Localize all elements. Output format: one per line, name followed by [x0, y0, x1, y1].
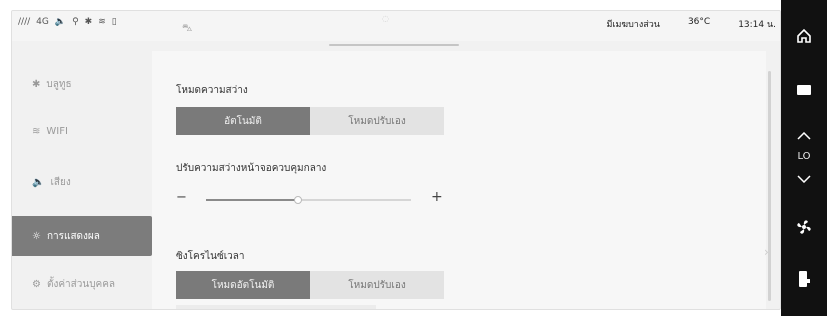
- sidebar-item-wifi[interactable]: ≋ WIFI: [12, 111, 152, 151]
- bluetooth-icon: ✱: [32, 78, 41, 90]
- car-icon[interactable]: ⛍: [182, 23, 192, 36]
- drag-handle[interactable]: [329, 44, 459, 46]
- sidebar-item-label: ตั้งค่าส่วนบุคคล: [46, 278, 116, 290]
- volume-icon: 🔈: [54, 17, 67, 27]
- status-info: มีเมฆบางส่วน 36°C 13:14 น.: [606, 17, 776, 31]
- chevron-up-icon[interactable]: [781, 132, 827, 140]
- sun-icon: ☼: [32, 230, 41, 242]
- sidebar-item-label: การแสดงผล: [46, 230, 100, 242]
- wifi-icon: ≋: [32, 125, 41, 137]
- weather-text: มีเมฆบางส่วน: [606, 20, 660, 30]
- brightness-mode-toggle: อัตโนมัติ โหมดปรับเอง: [176, 107, 444, 135]
- pull-down-icon[interactable]: ◌: [382, 14, 389, 23]
- network-type: 4G: [36, 17, 49, 27]
- sidebar-item-label: WIFI: [46, 125, 68, 137]
- time-sync-title: ซิงโครไนซ์เวลา: [176, 251, 245, 262]
- sidebar-item-display[interactable]: ☼ การแสดงผล: [12, 216, 152, 256]
- sidebar-item-label: บลูทูธ: [46, 78, 72, 90]
- screen: //// 4G 🔈 ⚲ ✱ ≋ ▯ มีเมฆบางส่วน 36°C 13:1…: [0, 0, 827, 316]
- status-icons: //// 4G 🔈 ⚲ ✱ ≋ ▯: [18, 17, 117, 27]
- slider-handle[interactable]: [294, 196, 303, 204]
- gear-icon: ⚙: [32, 278, 41, 290]
- bluetooth-status-icon: ✱: [84, 17, 93, 27]
- display-settings-panel: โหมดความสว่าง อัตโนมัติ โหมดปรับเอง ปรับ…: [152, 51, 766, 309]
- usb-icon: ⚲: [72, 17, 79, 27]
- status-bar: //// 4G 🔈 ⚲ ✱ ≋ ▯ มีเมฆบางส่วน 36°C 13:1…: [12, 11, 780, 41]
- brightness-slider[interactable]: − +: [176, 189, 443, 207]
- sidebar-item-sound[interactable]: 🔈 เสียง: [12, 162, 152, 202]
- increase-brightness-button[interactable]: +: [431, 189, 443, 205]
- sidebar-item-personal[interactable]: ⚙ ตั้งค่าส่วนบุคคล: [12, 264, 152, 304]
- slider-fill: [206, 199, 299, 201]
- brightness-auto-button[interactable]: อัตโนมัติ: [176, 107, 310, 135]
- window-icon[interactable]: [781, 83, 827, 97]
- phone-icon: ▯: [111, 17, 117, 27]
- next-section-peek: [176, 305, 376, 309]
- seat-icon[interactable]: [781, 270, 827, 288]
- sidebar-item-bluetooth[interactable]: ✱ บลูทูธ: [12, 64, 152, 104]
- quick-control-panel: LO: [781, 0, 827, 316]
- scrollbar-thumb[interactable]: [768, 71, 771, 301]
- temperature: 36°C: [687, 17, 711, 27]
- center-brightness-title: ปรับความสว่างหน้าจอควบคุมกลาง: [176, 163, 327, 174]
- decrease-brightness-button[interactable]: −: [176, 190, 187, 205]
- brightness-mode-title: โหมดความสว่าง: [176, 85, 248, 96]
- main-display: //// 4G 🔈 ⚲ ✱ ≋ ▯ มีเมฆบางส่วน 36°C 13:1…: [11, 10, 781, 310]
- home-icon[interactable]: [781, 28, 827, 44]
- speaker-icon: 🔈: [32, 176, 45, 188]
- chevron-down-icon[interactable]: [781, 175, 827, 183]
- time-sync-manual-button[interactable]: โหมดปรับเอง: [310, 271, 444, 299]
- sidebar-item-label: เสียง: [50, 176, 71, 188]
- scrollbar[interactable]: [766, 51, 774, 309]
- chevron-right-icon: ›: [764, 245, 769, 259]
- time-sync-auto-button[interactable]: โหมดอัตโนมัติ: [176, 271, 310, 299]
- clock: 13:14 น.: [738, 20, 776, 30]
- time-sync-toggle: โหมดอัตโนมัติ โหมดปรับเอง: [176, 271, 444, 299]
- climate-level: LO: [797, 151, 811, 162]
- brightness-manual-button[interactable]: โหมดปรับเอง: [310, 107, 444, 135]
- wifi-status-icon: ≋: [98, 17, 106, 27]
- signal-strength: ////: [18, 17, 31, 27]
- fan-icon[interactable]: [781, 218, 827, 236]
